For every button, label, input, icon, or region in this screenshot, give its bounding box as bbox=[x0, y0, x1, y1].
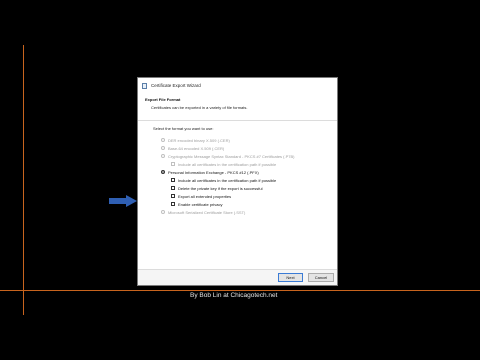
radio-button[interactable] bbox=[161, 146, 165, 150]
radio-pfx-option[interactable]: Personal Information Exchange - PKCS #12… bbox=[153, 168, 322, 176]
radio-button[interactable] bbox=[161, 210, 165, 214]
checkbox-export-extended-properties[interactable]: Export all extended properties bbox=[153, 192, 322, 200]
credit-caption: By Bob Lin at Chicagotech.net bbox=[190, 292, 278, 299]
checkbox[interactable] bbox=[171, 194, 175, 198]
radio-base64-option[interactable]: Base-64 encoded X.509 (.CER) bbox=[153, 144, 322, 152]
option-label: Base-64 encoded X.509 (.CER) bbox=[168, 145, 225, 151]
radio-der-option[interactable]: DER encoded binary X.509 (.CER) bbox=[153, 136, 322, 144]
wizard-footer: Next Cancel bbox=[138, 269, 337, 285]
option-label: Personal Information Exchange - PKCS #12… bbox=[168, 169, 259, 175]
horizontal-guide-line bbox=[0, 290, 480, 291]
option-label: Include all certificates in the certific… bbox=[178, 161, 277, 167]
radio-button-selected[interactable] bbox=[161, 170, 165, 174]
checkbox-delete-private-key[interactable]: Delete the private key if the export is … bbox=[153, 184, 322, 192]
radio-button[interactable] bbox=[161, 154, 165, 158]
checkbox-pfx-include-path[interactable]: Include all certificates in the certific… bbox=[153, 176, 322, 184]
checkbox-pkcs7-include-path[interactable]: Include all certificates in the certific… bbox=[153, 160, 322, 168]
vertical-guide-line bbox=[23, 45, 24, 315]
option-label: Delete the private key if the export is … bbox=[178, 185, 263, 191]
certificate-export-wizard-dialog: Certificate Export Wizard Export File Fo… bbox=[137, 77, 338, 286]
radio-sst-option[interactable]: Microsoft Serialized Certificate Store (… bbox=[153, 208, 322, 216]
page-description: Certificates can be exported in a variet… bbox=[151, 105, 248, 110]
option-label: Include all certificates in the certific… bbox=[178, 177, 277, 183]
checkbox-enable-certificate-privacy[interactable]: Enable certificate privacy bbox=[153, 200, 322, 208]
wizard-header: Export File Format Certificates can be e… bbox=[138, 93, 337, 121]
option-label: DER encoded binary X.509 (.CER) bbox=[168, 137, 230, 143]
format-prompt: Select the format you want to use: bbox=[153, 126, 214, 131]
certificate-icon bbox=[142, 82, 147, 89]
wizard-body: Select the format you want to use: DER e… bbox=[138, 121, 337, 216]
checkbox[interactable] bbox=[171, 178, 175, 182]
next-button[interactable]: Next bbox=[278, 273, 303, 282]
option-label: Microsoft Serialized Certificate Store (… bbox=[168, 209, 246, 215]
title-bar: Certificate Export Wizard bbox=[138, 78, 337, 93]
checkbox[interactable] bbox=[171, 202, 175, 206]
cancel-button[interactable]: Cancel bbox=[308, 273, 334, 282]
option-label: Export all extended properties bbox=[178, 193, 232, 199]
radio-pkcs7-option[interactable]: Cryptographic Message Syntax Standard - … bbox=[153, 152, 322, 160]
window-title: Certificate Export Wizard bbox=[151, 83, 201, 88]
option-label: Enable certificate privacy bbox=[178, 201, 223, 207]
checkbox[interactable] bbox=[171, 162, 175, 166]
option-label: Cryptographic Message Syntax Standard - … bbox=[168, 153, 295, 159]
checkbox[interactable] bbox=[171, 186, 175, 190]
pointer-arrow-icon bbox=[109, 195, 137, 207]
radio-button[interactable] bbox=[161, 138, 165, 142]
page-title: Export File Format bbox=[145, 97, 181, 102]
